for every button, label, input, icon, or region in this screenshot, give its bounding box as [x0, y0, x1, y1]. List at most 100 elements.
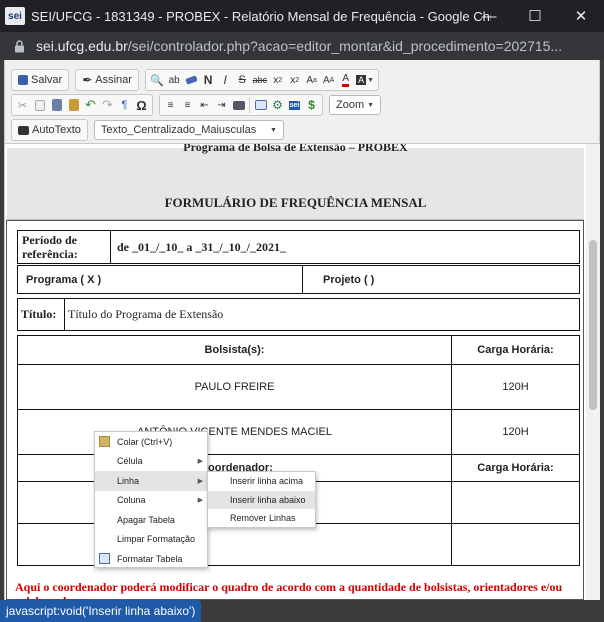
table-icon[interactable] — [252, 95, 269, 115]
menu-item-clear-formatting[interactable]: Limpar Formatação — [95, 530, 207, 550]
font-size-icon[interactable]: AA — [320, 70, 337, 90]
style-dropdown[interactable]: Texto_Centralizado_Maiusculas ▼ — [93, 120, 284, 140]
save-label: Salvar — [31, 74, 63, 86]
maximize-icon[interactable]: ☐ — [512, 0, 558, 32]
bolsista-hours: 120H — [502, 381, 529, 393]
undo-icon[interactable]: ↶ — [82, 95, 99, 115]
superscript-icon[interactable]: x2 — [286, 70, 303, 90]
numbered-list-icon[interactable]: ≡ — [162, 95, 179, 115]
editor-toolbar: Salvar ✒ Assinar 🔍 ab N I S abc x2 x2 Aa… — [4, 60, 600, 144]
uppercase-icon[interactable]: Aa — [303, 70, 320, 90]
bulleted-list-icon[interactable]: ≡ — [179, 95, 196, 115]
minimize-icon[interactable]: — — [466, 0, 512, 32]
vertical-scrollbar[interactable] — [586, 144, 600, 600]
cut-icon[interactable]: ✂ — [14, 95, 31, 115]
address-bar[interactable]: sei.ufcg.edu.br/sei/controlador.php?acao… — [0, 32, 604, 60]
menu-item-paste[interactable]: Colar (Ctrl+V) — [95, 432, 207, 452]
carga-header[interactable]: Carga Horária: — [451, 335, 580, 365]
pen-icon: ✒ — [82, 73, 93, 87]
chevron-down-icon: ▼ — [367, 101, 374, 109]
chevron-right-icon: ▶ — [197, 497, 203, 505]
autotext-button[interactable]: AutoTexto — [14, 120, 85, 140]
menu-item-label: Limpar Formatação — [117, 534, 196, 545]
close-icon[interactable]: ✕ — [558, 0, 604, 32]
chevron-right-icon: ▶ — [197, 477, 203, 485]
bolsista-hours-cell[interactable]: 120H — [451, 409, 580, 455]
menu-item-cell[interactable]: Célula ▶ — [95, 452, 207, 472]
menu-item-delete-table[interactable]: Apagar Tabela — [95, 510, 207, 530]
coordenador-hours-cell[interactable] — [451, 523, 580, 566]
submenu-remove-rows[interactable]: Remover Linhas — [208, 509, 315, 528]
save-button[interactable]: Salvar — [14, 70, 66, 90]
background-color-icon[interactable]: A ▼ — [354, 70, 376, 90]
url-text[interactable]: sei.ufcg.edu.br/sei/controlador.php?acao… — [36, 38, 604, 54]
coordenador-name-cell[interactable] — [17, 523, 452, 566]
submenu-insert-row-below[interactable]: Inserir linha abaixo — [208, 490, 315, 509]
titulo-label-cell[interactable]: Título: — [17, 298, 65, 331]
text-color-icon[interactable]: A — [337, 70, 354, 90]
italic-icon[interactable]: I — [217, 70, 234, 90]
paste-icon[interactable] — [48, 95, 65, 115]
bolsista-name-cell[interactable]: ANTÔNIO VICENTE MENDES MACIEL — [17, 409, 452, 455]
subscript-icon[interactable]: x2 — [269, 70, 286, 90]
replace-icon[interactable]: ab — [166, 70, 183, 90]
paste-word-icon[interactable] — [65, 95, 82, 115]
row-submenu: Inserir linha acima Inserir linha abaixo… — [207, 471, 316, 528]
carga-header-2-text: Carga Horária: — [477, 462, 554, 474]
bold-icon[interactable]: N — [200, 70, 217, 90]
sei-link-icon[interactable]: sei — [286, 95, 303, 115]
submenu-item-label: Inserir linha abaixo — [230, 494, 306, 505]
periodo-label-cell[interactable]: Período de referência: — [17, 230, 111, 264]
strike-abc-icon[interactable]: abc — [251, 70, 270, 90]
scrollbar-thumb[interactable] — [589, 240, 597, 410]
web-link-icon[interactable]: ⚙ — [269, 95, 286, 115]
coordenador-hours-cell[interactable] — [451, 481, 580, 524]
sign-label: Assinar — [95, 74, 132, 86]
indent-icon[interactable]: ⇥ — [213, 95, 230, 115]
bolsistas-header[interactable]: Bolsista(s): — [17, 335, 452, 365]
programa-label: Programa ( X ) — [26, 273, 102, 286]
context-menu: Colar (Ctrl+V) Célula ▶ Linha ▶ Coluna ▶… — [94, 431, 208, 568]
zoom-dropdown[interactable]: Zoom ▼ — [329, 95, 381, 115]
chevron-right-icon: ▶ — [197, 458, 203, 466]
programa-cell[interactable]: Programa ( X ) — [17, 265, 303, 294]
bolsista-hours-cell[interactable]: 120H — [451, 364, 580, 410]
periodo-value-cell[interactable]: de _01_/_10_ a _31_/_10_/_2021_ — [110, 230, 580, 264]
titulo-value-cell[interactable]: Título do Programa de Extensão — [64, 298, 580, 331]
menu-item-column[interactable]: Coluna ▶ — [95, 491, 207, 511]
window-title: SEI/UFCG - 1831349 - PROBEX - Relatório … — [31, 8, 491, 24]
toolbar-divider — [249, 97, 250, 113]
menu-item-label: Formatar Tabela — [117, 553, 183, 564]
projeto-cell[interactable]: Projeto ( ) — [302, 265, 580, 294]
find-icon[interactable]: 🔍 — [148, 70, 166, 90]
menu-item-label: Colar (Ctrl+V) — [117, 436, 173, 447]
status-url: javascript:void('Inserir linha abaixo') — [0, 600, 202, 622]
sign-button[interactable]: ✒ Assinar — [78, 70, 136, 90]
copy-icon[interactable] — [31, 95, 48, 115]
image-icon[interactable] — [230, 95, 247, 115]
menu-item-row[interactable]: Linha ▶ — [95, 471, 207, 491]
carga-header-2[interactable]: Carga Horária: — [451, 454, 580, 482]
menu-item-label: Coluna — [117, 495, 146, 506]
submenu-insert-row-above[interactable]: Inserir linha acima — [208, 472, 315, 491]
periodo-value: de _01_/_10_ a _31_/_10_/_2021_ — [117, 239, 287, 254]
outdent-icon[interactable]: ⇤ — [196, 95, 213, 115]
money-icon[interactable]: $ — [303, 95, 320, 115]
bolsistas-header-text: Bolsista(s): — [204, 344, 265, 356]
menu-item-label: Linha — [117, 475, 140, 486]
clipboard-icon — [99, 436, 110, 447]
eraser-icon[interactable] — [183, 70, 200, 90]
toolbar-group-clipboard: ✂ ↶ ↷ ¶ Ω — [11, 94, 153, 116]
strikethrough-icon[interactable]: S — [234, 70, 251, 90]
speech-bubble-icon — [18, 125, 29, 135]
menu-item-label: Apagar Tabela — [117, 514, 175, 525]
redo-icon[interactable]: ↷ — [99, 95, 116, 115]
carga-header-text: Carga Horária: — [477, 344, 554, 356]
toolbar-group-format: 🔍 ab N I S abc x2 x2 Aa AA A A ▼ — [144, 69, 380, 91]
periodo-label: Período de referência: — [22, 233, 78, 261]
paragraph-icon[interactable]: ¶ — [116, 95, 133, 115]
menu-item-format-table[interactable]: Formatar Tabela — [95, 549, 207, 569]
bolsista-name-cell[interactable]: PAULO FREIRE — [17, 364, 452, 410]
omega-icon[interactable]: Ω — [133, 95, 150, 115]
floppy-icon — [18, 75, 28, 85]
